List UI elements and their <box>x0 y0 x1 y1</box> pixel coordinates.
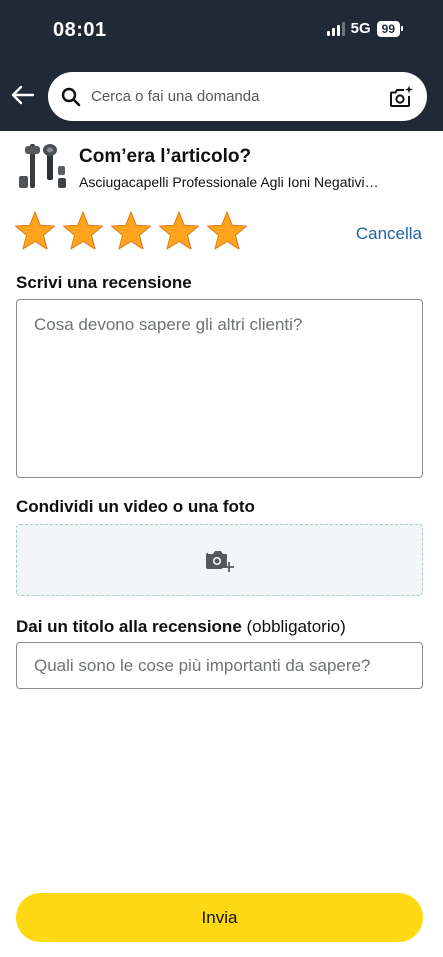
camera-add-icon <box>205 551 234 572</box>
star-icon[interactable] <box>110 210 152 252</box>
battery-icon: 99 <box>376 20 403 37</box>
back-button[interactable] <box>10 82 36 108</box>
product-name: Asciugacapelli Professionale Agli Ioni N… <box>79 174 379 190</box>
title-label-text: Dai un titolo alla recensione <box>16 617 242 636</box>
title-required-note: (obbligatorio) <box>246 617 346 636</box>
clear-rating-link[interactable]: Cancella <box>356 224 422 244</box>
submit-button[interactable]: Invia <box>16 893 423 942</box>
title-label: Dai un titolo alla recensione (obbligato… <box>16 617 346 637</box>
star-rating[interactable] <box>14 210 248 252</box>
product-heading: Com’era l’articolo? <box>79 146 252 167</box>
star-icon[interactable] <box>62 210 104 252</box>
camera-sparkle-icon[interactable] <box>387 83 415 111</box>
media-upload-area[interactable] <box>16 524 423 596</box>
star-icon[interactable] <box>14 210 56 252</box>
arrow-left-icon <box>11 85 35 105</box>
review-label: Scrivi una recensione <box>16 273 192 292</box>
star-icon[interactable] <box>206 210 248 252</box>
signal-icon <box>326 21 345 36</box>
top-bar: 08:01 5G 99 <box>0 0 443 131</box>
status-time: 08:01 <box>53 19 107 41</box>
media-label: Condividi un video o una foto <box>16 497 255 516</box>
review-textarea[interactable] <box>16 299 423 478</box>
network-type: 5G <box>350 20 371 37</box>
search-input[interactable] <box>91 88 387 105</box>
product-summary: Com’era l’articolo? Asciugacapelli Profe… <box>16 140 426 196</box>
battery-level: 99 <box>376 20 400 37</box>
status-indicators: 5G 99 <box>326 20 403 37</box>
product-thumbnail <box>19 144 66 188</box>
search-bar[interactable] <box>48 72 427 121</box>
review-title-input[interactable] <box>16 642 423 689</box>
star-icon[interactable] <box>158 210 200 252</box>
search-icon <box>60 86 82 108</box>
